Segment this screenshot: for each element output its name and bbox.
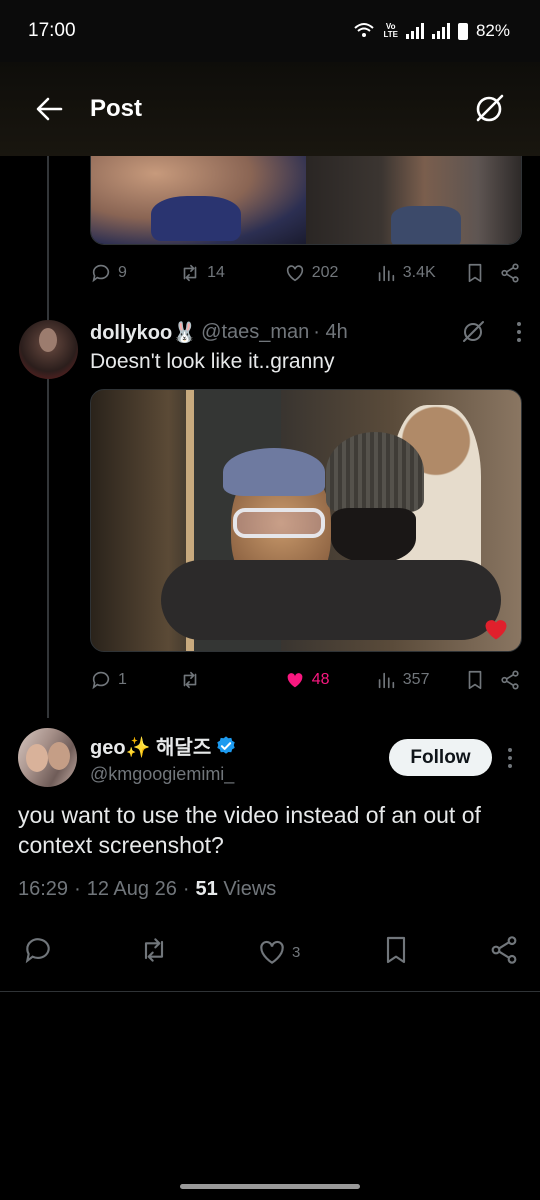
share-icon: [491, 936, 517, 964]
share-icon: [501, 263, 519, 283]
grok-icon[interactable]: [472, 92, 506, 126]
media-image-right[interactable]: [306, 156, 521, 244]
home-indicator[interactable]: [180, 1184, 360, 1189]
divider: [0, 991, 540, 992]
tweet-date: 12 Aug 26: [86, 878, 177, 900]
verified-badge-icon: [217, 735, 235, 754]
tweet-time: 16:29: [18, 878, 69, 900]
avatar[interactable]: [18, 728, 77, 787]
status-time: 17:00: [28, 20, 76, 41]
reply-button[interactable]: 1: [90, 669, 179, 691]
avatar[interactable]: [19, 320, 78, 379]
tweet-meta: 16:29 · 12 Aug 26 · 51 Views: [18, 878, 277, 901]
battery-level: 82%: [475, 21, 510, 40]
reply-icon: [92, 671, 110, 690]
retweet-button[interactable]: 14: [179, 262, 284, 284]
share-icon: [501, 670, 519, 690]
heart-icon: [286, 265, 303, 282]
more-options-icon[interactable]: [507, 748, 513, 768]
heart-icon: [260, 940, 284, 964]
more-options-icon[interactable]: [516, 322, 522, 342]
views-count[interactable]: 51 Views: [196, 878, 277, 901]
signal-icon-2: [431, 23, 450, 39]
previous-tweet-actions: 9 14 202 3.4K: [90, 262, 522, 284]
reply-icon: [92, 264, 110, 283]
wifi-call-icon: [354, 23, 375, 37]
tweet-photo[interactable]: [90, 389, 522, 652]
bookmark-icon: [386, 936, 406, 964]
share-button[interactable]: [488, 934, 520, 970]
volte-indicator: Vo LTE: [383, 22, 398, 39]
retweet-icon: [183, 264, 197, 282]
thread-line: [47, 156, 49, 718]
like-button[interactable]: 202: [284, 262, 375, 284]
views-icon: [378, 265, 394, 282]
like-button[interactable]: 48: [284, 669, 375, 691]
bookmark-button[interactable]: [464, 669, 499, 691]
like-count: 3: [292, 943, 301, 961]
media-image-left[interactable]: [91, 156, 306, 244]
status-bar: 17:00 Vo LTE 82%: [0, 0, 540, 62]
top-app-bar: Post: [0, 62, 540, 156]
retweet-button[interactable]: [179, 669, 284, 691]
bookmark-button[interactable]: [380, 934, 488, 970]
share-button[interactable]: [499, 669, 522, 691]
grok-icon[interactable]: [460, 319, 486, 345]
user-handle[interactable]: @kmgoogiemimi_: [90, 764, 234, 785]
battery-icon: [457, 22, 468, 40]
retweet-button[interactable]: [138, 934, 256, 970]
views-icon: [378, 672, 394, 689]
signal-icon-1: [405, 23, 424, 39]
heart-icon: [485, 620, 507, 640]
main-tweet-author[interactable]: geo✨ 해달즈: [90, 731, 237, 760]
tweet-text: Doesn't look like it..granny: [90, 350, 335, 373]
follow-button[interactable]: Follow: [389, 739, 492, 776]
retweet-icon: [144, 938, 164, 962]
status-icons: Vo LTE 82%: [353, 21, 510, 41]
reply-icon: [25, 938, 50, 964]
previous-tweet-media[interactable]: [90, 156, 522, 245]
user-handle[interactable]: @taes_man: [201, 321, 309, 344]
reply-button[interactable]: 9: [90, 262, 179, 284]
reply-tweet-header: dollykoo🐰 @taes_man · 4h: [90, 319, 522, 345]
tweet-time: · 4h: [313, 320, 348, 343]
views-button[interactable]: 357: [375, 669, 464, 691]
reply-tweet-actions: 1 48 357: [90, 669, 522, 691]
share-button[interactable]: [499, 262, 522, 284]
views-button[interactable]: 3.4K: [375, 262, 464, 284]
reply-button[interactable]: [22, 934, 138, 970]
page-title: Post: [90, 95, 143, 122]
like-button[interactable]: 3: [256, 936, 380, 968]
heart-filled-icon: [287, 673, 303, 688]
bookmark-icon: [468, 670, 482, 690]
bookmark-button[interactable]: [464, 262, 499, 284]
back-arrow-icon[interactable]: [34, 94, 64, 124]
bookmark-icon: [468, 263, 482, 283]
display-name[interactable]: dollykoo🐰: [90, 320, 197, 345]
display-name[interactable]: geo✨ 해달즈: [90, 731, 211, 760]
main-tweet-actions: 3: [22, 934, 522, 970]
tweet-text: you want to use the video instead of an …: [18, 802, 481, 858]
retweet-icon: [183, 671, 197, 689]
